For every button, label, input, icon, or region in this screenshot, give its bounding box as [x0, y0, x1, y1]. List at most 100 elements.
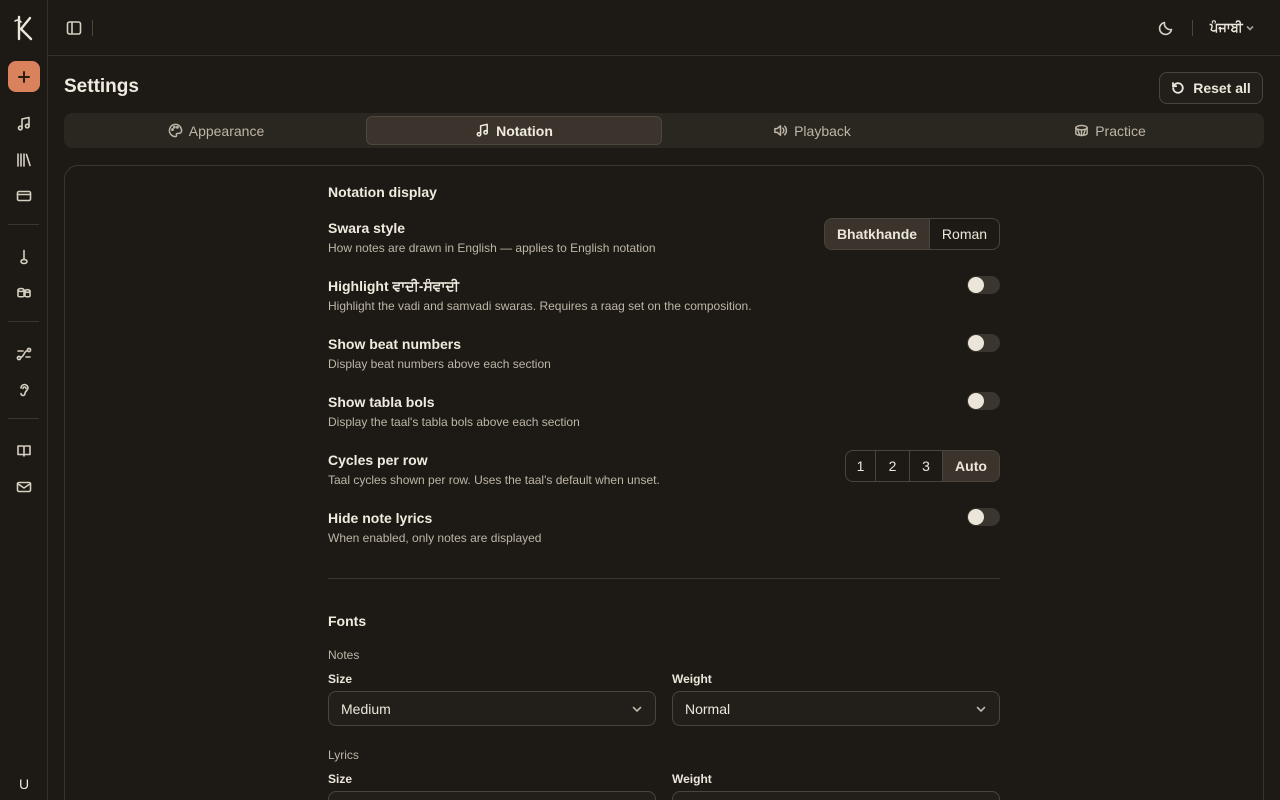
rail-item-library[interactable] [6, 146, 42, 174]
rail-divider [8, 418, 39, 419]
tabla-bols-title: Show tabla bols [328, 394, 435, 410]
lyrics-weight-select[interactable] [672, 791, 1000, 800]
chevron-down-icon [976, 706, 986, 712]
notes-font-label: Notes [328, 648, 360, 662]
rail-divider [8, 321, 39, 322]
ear-icon [20, 383, 29, 397]
tab-playback[interactable]: Playback [664, 116, 960, 145]
volume-icon [774, 125, 788, 136]
rail-divider [8, 224, 39, 225]
tab-label: Appearance [188, 122, 265, 139]
settings-tabs: Appearance Notation Playback Practice [64, 113, 1264, 148]
topbar-divider [92, 20, 93, 36]
card-icon [16, 190, 32, 202]
tabla-bols-desc: Display the taal's tabla bols above each… [328, 415, 580, 429]
tab-label: Practice [1095, 122, 1146, 139]
toggle-knob [968, 277, 984, 293]
reset-all-label: Reset all [1193, 80, 1251, 96]
rail-item-tabla[interactable] [6, 279, 42, 307]
swara-style-title: Swara style [328, 220, 406, 236]
rail-item-compositions[interactable] [6, 110, 42, 138]
notes-size-select[interactable]: Medium [328, 691, 656, 726]
moon-icon [1158, 21, 1173, 36]
topbar-divider [1192, 20, 1193, 36]
mail-icon [16, 481, 32, 493]
cycles-option-3[interactable]: 3 [910, 451, 943, 481]
beat-numbers-title: Show beat numbers [328, 336, 462, 352]
cycles-option-auto[interactable]: Auto [943, 451, 999, 481]
tabla-bols-toggle[interactable] [967, 392, 1000, 410]
highlight-desc: Highlight the vadi and samvadi swaras. R… [328, 299, 752, 313]
sidebar-toggle-button[interactable] [64, 18, 84, 38]
hide-lyrics-desc: When enabled, only notes are displayed [328, 531, 542, 545]
section-title-fonts: Fonts [328, 613, 367, 629]
left-rail: U [0, 0, 48, 800]
swara-style-desc: How notes are drawn in English — applies… [328, 241, 656, 255]
highlight-title: Highlight ਵਾਦੀ-ਸੰਵਾਦੀ [328, 278, 460, 294]
language-select[interactable]: ਪੰਜਾਬੀ [1202, 16, 1262, 40]
lyrics-weight-label: Weight [672, 772, 712, 786]
sidebar-icon [66, 21, 82, 35]
palette-icon [168, 123, 183, 138]
tab-label: Notation [496, 122, 553, 139]
page-title: Settings [64, 76, 139, 97]
drum-icon [1075, 124, 1089, 137]
highlight-toggle[interactable] [967, 276, 1000, 294]
notes-weight-value: Normal [685, 700, 731, 717]
new-composition-button[interactable] [8, 61, 40, 92]
app-logo[interactable] [8, 11, 40, 45]
user-avatar[interactable]: U [8, 768, 40, 800]
notes-weight-select[interactable]: Normal [672, 691, 1000, 726]
rail-item-docs[interactable] [6, 437, 42, 465]
chevron-down-icon [1246, 25, 1254, 31]
lyrics-size-label: Size [328, 772, 353, 786]
tab-notation[interactable]: Notation [366, 116, 662, 145]
cycles-option-2[interactable]: 2 [876, 451, 910, 481]
rail-item-contact[interactable] [6, 473, 42, 501]
rail-item-instrument[interactable] [6, 243, 42, 271]
reset-all-button[interactable]: Reset all [1159, 72, 1263, 104]
tabla-icon [17, 287, 31, 298]
tab-label: Playback [794, 122, 851, 139]
route-icon [16, 347, 32, 361]
lyrics-size-select[interactable] [328, 791, 656, 800]
cycles-per-row-title: Cycles per row [328, 452, 428, 468]
notes-size-label: Size [328, 672, 353, 686]
swara-option-bhatkhande[interactable]: Bhatkhande [825, 219, 930, 249]
section-divider [328, 578, 1000, 579]
settings-card [64, 165, 1264, 800]
toggle-knob [968, 335, 984, 351]
hide-lyrics-title: Hide note lyrics [328, 510, 433, 526]
reset-icon [1172, 82, 1184, 94]
swara-style-selector: Bhatkhande Roman [824, 218, 1000, 250]
section-title-notation-display: Notation display [328, 184, 437, 200]
toggle-knob [968, 509, 984, 525]
top-bar: ਪੰਜਾਬੀ [48, 0, 1280, 56]
notes-size-value: Medium [341, 700, 391, 717]
tab-practice[interactable]: Practice [962, 116, 1258, 145]
rail-item-ear-training[interactable] [6, 376, 42, 404]
sitar-icon [20, 249, 28, 265]
music-note-icon [476, 123, 489, 137]
cycles-per-row-desc: Taal cycles shown per row. Uses the taal… [328, 473, 660, 487]
cycles-option-1[interactable]: 1 [846, 451, 876, 481]
rail-item-billing[interactable] [6, 182, 42, 210]
music-note-icon [17, 116, 30, 131]
language-label: ਪੰਜਾਬੀ [1210, 20, 1243, 35]
lyrics-font-label: Lyrics [328, 748, 359, 762]
notes-weight-label: Weight [672, 672, 712, 686]
theme-toggle-button[interactable] [1156, 18, 1176, 38]
chevron-down-icon [632, 706, 642, 712]
library-icon [17, 153, 31, 167]
swara-option-roman[interactable]: Roman [930, 219, 999, 249]
logo-icon [14, 15, 33, 41]
plus-icon [18, 70, 30, 83]
tab-appearance[interactable]: Appearance [68, 116, 364, 145]
cycles-per-row-selector: 1 2 3 Auto [845, 450, 1000, 482]
hide-lyrics-toggle[interactable] [967, 508, 1000, 526]
rail-item-paths[interactable] [6, 340, 42, 368]
toggle-knob [968, 393, 984, 409]
book-icon [17, 445, 31, 457]
beat-numbers-toggle[interactable] [967, 334, 1000, 352]
beat-numbers-desc: Display beat numbers above each section [328, 357, 551, 371]
